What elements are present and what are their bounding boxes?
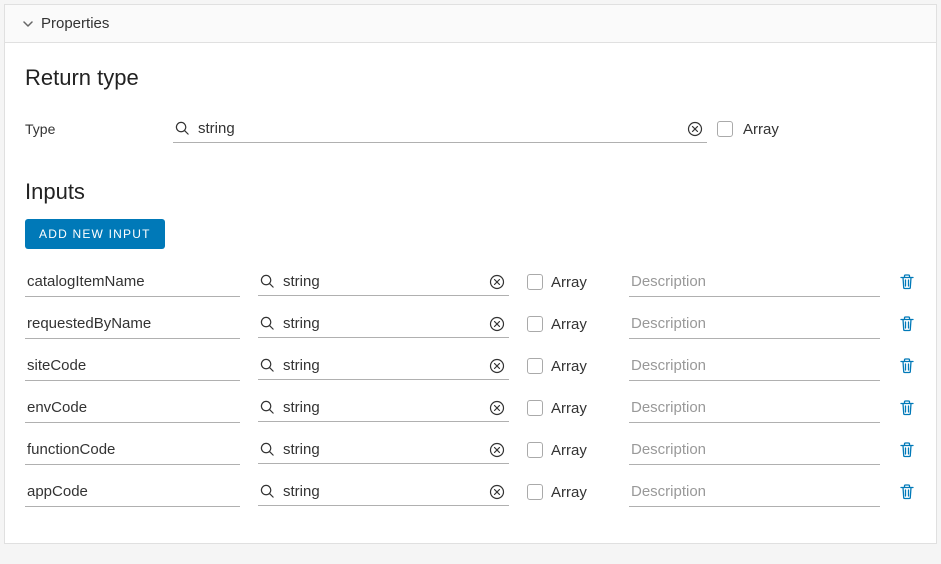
input-row: Array [25, 435, 916, 465]
clear-icon[interactable] [489, 274, 505, 290]
clear-icon[interactable] [687, 121, 703, 137]
trash-icon[interactable] [898, 357, 916, 375]
trash-icon[interactable] [898, 273, 916, 291]
input-description-field[interactable] [629, 267, 880, 297]
input-type-input[interactable] [279, 310, 485, 337]
input-description-field[interactable] [629, 393, 880, 423]
input-array-group: Array [527, 400, 611, 417]
input-array-checkbox[interactable] [527, 316, 543, 332]
input-array-group: Array [527, 316, 611, 333]
input-name-input[interactable] [25, 309, 240, 338]
search-icon [260, 484, 275, 499]
input-name-field[interactable] [25, 435, 240, 465]
properties-panel: Properties Return type Type Array Inputs… [4, 4, 937, 544]
input-type-field[interactable] [258, 310, 509, 338]
panel-title: Properties [41, 15, 109, 32]
input-name-input[interactable] [25, 435, 240, 464]
return-array-label: Array [743, 121, 779, 138]
input-description-input[interactable] [629, 435, 880, 464]
input-name-input[interactable] [25, 477, 240, 506]
input-type-field[interactable] [258, 352, 509, 380]
input-array-checkbox[interactable] [527, 442, 543, 458]
input-name-input[interactable] [25, 351, 240, 380]
input-array-checkbox[interactable] [527, 358, 543, 374]
input-array-label: Array [551, 274, 587, 291]
input-description-input[interactable] [629, 309, 880, 338]
input-type-input[interactable] [279, 436, 485, 463]
trash-icon[interactable] [898, 399, 916, 417]
return-array-checkbox[interactable] [717, 121, 733, 137]
input-array-label: Array [551, 442, 587, 459]
input-type-field[interactable] [258, 268, 509, 296]
search-icon [260, 316, 275, 331]
input-name-field[interactable] [25, 351, 240, 381]
input-row: Array [25, 351, 916, 381]
search-icon [260, 358, 275, 373]
return-type-field[interactable] [173, 115, 707, 143]
input-array-group: Array [527, 358, 611, 375]
input-description-input[interactable] [629, 477, 880, 506]
input-type-input[interactable] [279, 394, 485, 421]
search-icon [175, 121, 190, 136]
input-type-field[interactable] [258, 478, 509, 506]
panel-body: Return type Type Array Inputs ADD NEW IN… [5, 43, 936, 543]
search-icon [260, 442, 275, 457]
input-row: Array [25, 393, 916, 423]
input-type-input[interactable] [279, 352, 485, 379]
input-name-field[interactable] [25, 477, 240, 507]
clear-icon[interactable] [489, 400, 505, 416]
input-row: Array [25, 309, 916, 339]
input-array-label: Array [551, 358, 587, 375]
input-type-input[interactable] [279, 268, 485, 295]
add-new-input-button[interactable]: ADD NEW INPUT [25, 219, 165, 249]
return-type-row: Type Array [25, 115, 916, 143]
clear-icon[interactable] [489, 316, 505, 332]
input-array-label: Array [551, 400, 587, 417]
input-array-checkbox[interactable] [527, 274, 543, 290]
input-array-checkbox[interactable] [527, 484, 543, 500]
input-description-input[interactable] [629, 267, 880, 296]
type-label: Type [25, 121, 163, 137]
inputs-heading: Inputs [25, 179, 916, 205]
input-name-input[interactable] [25, 267, 240, 296]
input-name-field[interactable] [25, 267, 240, 297]
input-name-field[interactable] [25, 393, 240, 423]
clear-icon[interactable] [489, 484, 505, 500]
input-type-input[interactable] [279, 478, 485, 505]
input-description-field[interactable] [629, 435, 880, 465]
input-name-field[interactable] [25, 309, 240, 339]
trash-icon[interactable] [898, 483, 916, 501]
input-array-label: Array [551, 484, 587, 501]
trash-icon[interactable] [898, 315, 916, 333]
clear-icon[interactable] [489, 442, 505, 458]
search-icon [260, 274, 275, 289]
clear-icon[interactable] [489, 358, 505, 374]
return-type-heading: Return type [25, 65, 916, 91]
input-array-group: Array [527, 484, 611, 501]
input-description-field[interactable] [629, 477, 880, 507]
trash-icon[interactable] [898, 441, 916, 459]
input-array-checkbox[interactable] [527, 400, 543, 416]
input-array-group: Array [527, 274, 611, 291]
input-array-label: Array [551, 316, 587, 333]
input-row: Array [25, 267, 916, 297]
inputs-container: Array Array Array Array Array Array [25, 267, 916, 507]
input-description-input[interactable] [629, 393, 880, 422]
input-type-field[interactable] [258, 436, 509, 464]
search-icon [260, 400, 275, 415]
input-description-input[interactable] [629, 351, 880, 380]
panel-header[interactable]: Properties [5, 5, 936, 43]
input-array-group: Array [527, 442, 611, 459]
return-type-input[interactable] [194, 115, 683, 142]
input-description-field[interactable] [629, 351, 880, 381]
input-row: Array [25, 477, 916, 507]
input-name-input[interactable] [25, 393, 240, 422]
input-description-field[interactable] [629, 309, 880, 339]
input-type-field[interactable] [258, 394, 509, 422]
chevron-down-icon [23, 19, 33, 29]
